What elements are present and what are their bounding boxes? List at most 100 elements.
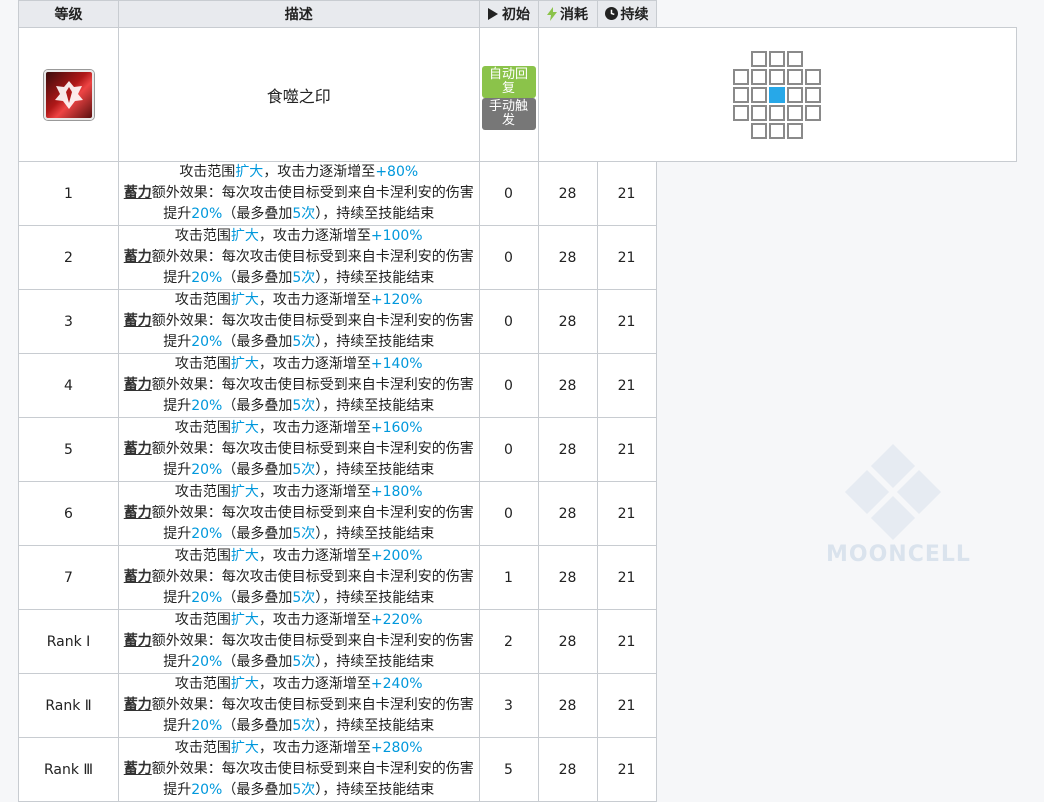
range-tile [733,86,750,103]
init-cell: 0 [478,161,539,226]
desc-line-1: 攻击范围扩大，攻击力逐渐增至+160% [174,420,423,436]
atk-value: +200% [370,548,423,564]
lightning-icon [547,6,557,21]
init-cell: 0 [478,225,539,290]
range-tile [751,86,768,103]
duration-cell: 21 [596,225,657,290]
atk-value: +220% [370,612,423,628]
cost-cell: 28 [537,353,598,418]
level-cell: Rank Ⅰ [18,609,119,674]
cost-header-label: 消耗 [560,6,588,23]
charge-keyword-link[interactable]: 蓄力 [124,697,152,713]
desc-line-1: 攻击范围扩大，攻击力逐渐增至+240% [174,676,423,692]
cost-cell: 28 [537,545,598,610]
duration-cell: 21 [596,417,657,482]
atk-value: +280% [370,740,423,756]
desc-line-2: 蓄力额外效果：每次攻击使目标受到来自卡涅利安的伤害提升20%（最多叠加5次），持… [123,313,474,350]
desc-line-2: 蓄力额外效果：每次攻击使目标受到来自卡涅利安的伤害提升20%（最多叠加5次），持… [123,249,474,286]
charge-keyword-link[interactable]: 蓄力 [124,505,152,521]
desc-header: 描述 [118,0,480,28]
desc-line-2: 蓄力额外效果：每次攻击使目标受到来自卡涅利安的伤害提升20%（最多叠加5次），持… [123,505,474,542]
cost-cell: 28 [537,609,598,674]
range-tile [787,86,804,103]
range-tile [805,68,822,85]
duration-cell: 21 [596,289,657,354]
table-row: 1 攻击范围扩大，攻击力逐渐增至+80% 蓄力额外效果：每次攻击使目标受到来自卡… [18,161,1017,226]
level-cell: 7 [18,545,119,610]
desc-line-2: 蓄力额外效果：每次攻击使目标受到来自卡涅利安的伤害提升20%（最多叠加5次），持… [123,569,474,606]
duration-cell: 21 [596,353,657,418]
charge-keyword-link[interactable]: 蓄力 [124,313,152,329]
skill-icon-cell [18,27,119,162]
description-cell: 攻击范围扩大，攻击力逐渐增至+80% 蓄力额外效果：每次攻击使目标受到来自卡涅利… [118,161,480,226]
duration-cell: 21 [596,545,657,610]
attack-range-cell [537,27,1017,162]
level-cell: Rank Ⅱ [18,673,119,738]
level-cell: 4 [18,353,119,418]
init-cell: 1 [478,545,539,610]
charge-keyword-link[interactable]: 蓄力 [124,249,152,265]
init-cell: 0 [478,417,539,482]
clock-icon [604,7,618,21]
desc-line-1: 攻击范围扩大，攻击力逐渐增至+140% [174,356,423,372]
level-rows: 1 攻击范围扩大，攻击力逐渐增至+80% 蓄力额外效果：每次攻击使目标受到来自卡… [18,161,1017,802]
level-cell: 3 [18,289,119,354]
charge-keyword-link[interactable]: 蓄力 [124,441,152,457]
cost-cell: 28 [537,289,598,354]
init-cell: 0 [478,353,539,418]
range-tile [769,104,786,121]
atk-value: +160% [370,420,423,436]
range-self-tile [769,86,786,103]
range-tile [733,68,750,85]
attack-range-grid [733,50,822,139]
duration-header-label: 持续 [620,6,649,23]
charge-keyword-link[interactable]: 蓄力 [124,185,152,201]
level-cell: 2 [18,225,119,290]
range-tile [751,68,768,85]
desc-line-1: 攻击范围扩大，攻击力逐渐增至+120% [174,292,423,308]
range-tile [787,104,804,121]
range-tile [769,50,786,67]
init-cell: 0 [478,481,539,546]
atk-value: +240% [370,676,423,692]
cost-cell: 28 [537,673,598,738]
init-header-label: 初始 [502,7,530,23]
cost-cell: 28 [537,481,598,546]
skill-name: 食噬之印 [118,27,480,162]
manual-trigger-tag: 手动触发 [481,98,536,130]
description-cell: 攻击范围扩大，攻击力逐渐增至+280% 蓄力额外效果：每次攻击使目标受到来自卡涅… [118,737,480,802]
description-cell: 攻击范围扩大，攻击力逐渐增至+140% 蓄力额外效果：每次攻击使目标受到来自卡涅… [118,353,480,418]
desc-line-2: 蓄力额外效果：每次攻击使目标受到来自卡涅利安的伤害提升20%（最多叠加5次），持… [123,761,474,798]
table-header-row: 等级 描述 初始 消耗 持续 [18,0,1017,28]
table-row: Rank Ⅱ 攻击范围扩大，攻击力逐渐增至+240% 蓄力额外效果：每次攻击使目… [18,673,1017,738]
range-tile [787,50,804,67]
init-cell: 5 [478,737,539,802]
cost-cell: 28 [537,225,598,290]
play-icon [488,8,498,20]
table-row: 6 攻击范围扩大，攻击力逐渐增至+180% 蓄力额外效果：每次攻击使目标受到来自… [18,481,1017,546]
skill-tags: 自动回复手动触发 [478,27,539,162]
range-tile [751,104,768,121]
description-cell: 攻击范围扩大，攻击力逐渐增至+100% 蓄力额外效果：每次攻击使目标受到来自卡涅… [118,225,480,290]
range-tile [805,86,822,103]
charge-keyword-link[interactable]: 蓄力 [124,633,152,649]
level-header: 等级 [18,0,119,28]
cost-cell: 28 [537,417,598,482]
atk-value: +80% [375,164,419,180]
range-tile [751,122,768,139]
description-cell: 攻击范围扩大，攻击力逐渐增至+180% 蓄力额外效果：每次攻击使目标受到来自卡涅… [118,481,480,546]
dragon-crest-icon [43,69,94,120]
skill-table: 食噬之印 自动回复手动触发 等级 描述 初始 消耗 持续 1 攻击范围扩大，攻击… [18,0,1017,802]
charge-keyword-link[interactable]: 蓄力 [124,569,152,585]
level-cell: 1 [18,161,119,226]
desc-line-1: 攻击范围扩大，攻击力逐渐增至+220% [174,612,423,628]
init-cell: 2 [478,609,539,674]
desc-line-2: 蓄力额外效果：每次攻击使目标受到来自卡涅利安的伤害提升20%（最多叠加5次），持… [123,697,474,734]
desc-line-1: 攻击范围扩大，攻击力逐渐增至+80% [179,164,419,180]
level-cell: 6 [18,481,119,546]
charge-keyword-link[interactable]: 蓄力 [124,761,152,777]
atk-value: +100% [370,228,423,244]
charge-keyword-link[interactable]: 蓄力 [124,377,152,393]
level-cell: 5 [18,417,119,482]
desc-line-2: 蓄力额外效果：每次攻击使目标受到来自卡涅利安的伤害提升20%（最多叠加5次），持… [123,633,474,670]
